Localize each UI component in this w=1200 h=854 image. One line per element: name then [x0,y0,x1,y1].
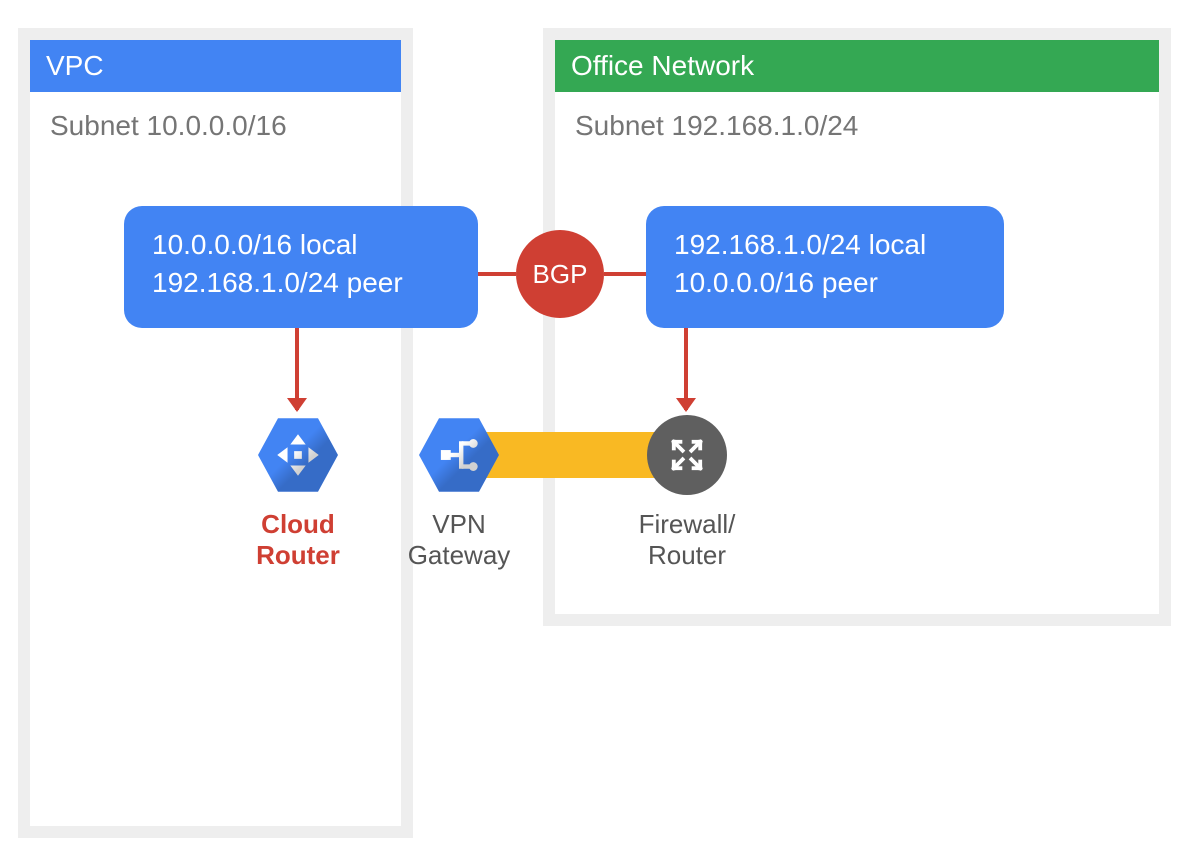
arrow-to-cloud-router [295,328,299,410]
vpn-gateway-label-1: VPN [432,509,485,539]
vpc-route-card: 10.0.0.0/16 local 192.168.1.0/24 peer [124,206,478,328]
vpc-title: VPC [30,40,401,92]
office-title: Office Network [555,40,1159,92]
cloud-router-label-2: Router [256,540,340,570]
firewall-router-node: Firewall/ Router [612,415,762,571]
office-route-card: 192.168.1.0/24 local 10.0.0.0/16 peer [646,206,1004,328]
arrow-to-firewall [684,328,688,410]
cloud-router-icon [258,415,338,495]
cloud-router-label-1: Cloud [261,509,335,539]
cloud-router-node: Cloud Router [223,415,373,571]
firewall-router-label-2: Router [648,540,726,570]
cloud-router-label: Cloud Router [223,509,373,571]
vpn-gateway-node: VPN Gateway [384,415,534,571]
firewall-router-label-1: Firewall/ [639,509,736,539]
vpc-route-local: 10.0.0.0/16 local [152,226,450,264]
bgp-node: BGP [516,230,604,318]
vpn-gateway-label-2: Gateway [408,540,511,570]
bgp-label: BGP [533,259,588,290]
bgp-link-left [478,272,516,276]
vpn-gateway-label: VPN Gateway [384,509,534,571]
vpn-gateway-icon [419,415,499,495]
bgp-link-right [604,272,646,276]
vpc-route-peer: 192.168.1.0/24 peer [152,264,450,302]
firewall-router-label: Firewall/ Router [612,509,762,571]
office-route-peer: 10.0.0.0/16 peer [674,264,976,302]
diagram-canvas: VPC Subnet 10.0.0.0/16 Office Network Su… [0,0,1200,854]
office-route-local: 192.168.1.0/24 local [674,226,976,264]
firewall-router-icon [647,415,727,495]
